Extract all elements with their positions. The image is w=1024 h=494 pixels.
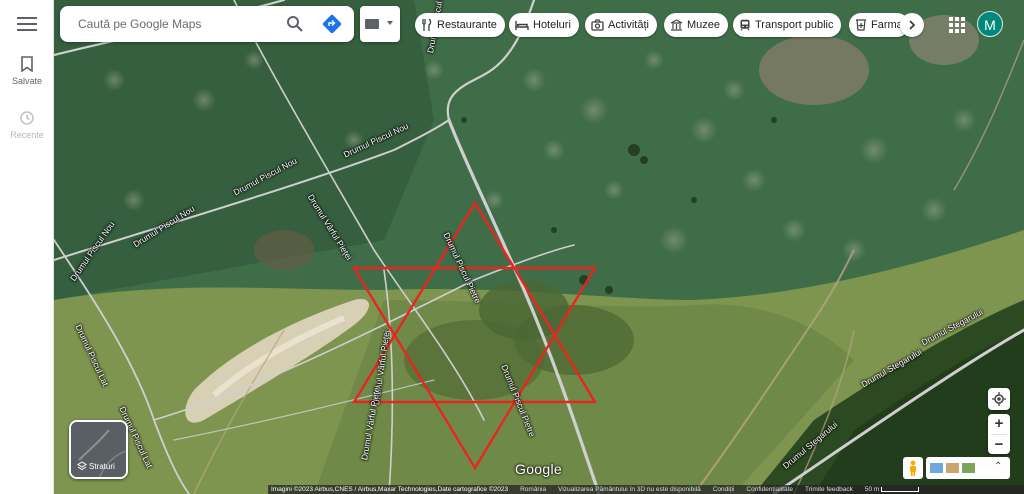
chip-label: Activități: [608, 19, 649, 31]
attribution-text: Imagini ©2023 Airbus,CNES / Airbus,Maxar…: [271, 486, 509, 493]
footer-link-privacy[interactable]: Confidențialitate: [746, 486, 793, 493]
input-tools-button[interactable]: [360, 6, 400, 42]
side-rail: Salvate Recente: [0, 0, 54, 494]
saved-label: Salvate: [11, 76, 43, 86]
expand-icon[interactable]: ⌃: [994, 461, 1002, 472]
keyboard-icon: [365, 19, 379, 29]
hotel-icon: [515, 21, 529, 30]
zoom-in-button[interactable]: +: [988, 414, 1010, 434]
footer-link-feedback[interactable]: Trimite feedback: [805, 486, 853, 493]
saved-button[interactable]: Salvate: [0, 56, 54, 86]
chevron-right-icon: [909, 20, 916, 30]
restaurant-icon: [422, 19, 432, 31]
pegman-icon: [910, 460, 916, 476]
chip-label: Hoteluri: [533, 19, 571, 31]
chip-transit[interactable]: Transport public: [733, 13, 842, 37]
menu-icon[interactable]: [17, 17, 37, 33]
map-footer: Imagini ©2023 Airbus,CNES / Airbus,Maxar…: [268, 485, 1024, 494]
directions-icon[interactable]: [322, 14, 342, 34]
location-icon: [992, 392, 1006, 406]
layers-button[interactable]: Straturi: [69, 420, 128, 479]
camera-icon: [591, 19, 604, 31]
imagery-thumbnails[interactable]: ⌃: [926, 457, 1010, 479]
thumbnail-terrain[interactable]: [946, 463, 959, 473]
museum-icon: [670, 19, 683, 31]
scale-bar[interactable]: 50 m: [865, 486, 921, 493]
chip-activities[interactable]: Activități: [585, 13, 657, 37]
apps-grid-icon[interactable]: [946, 14, 966, 34]
transit-icon: [740, 19, 750, 31]
thumbnail-transit[interactable]: [930, 463, 943, 473]
bookmark-icon: [21, 56, 33, 72]
google-logo: Google: [515, 461, 562, 477]
chip-label: Muzee: [687, 19, 721, 31]
chip-hotels[interactable]: Hoteluri: [509, 13, 579, 37]
footer-link-country[interactable]: România: [520, 486, 546, 493]
zoom-control: + −: [988, 414, 1010, 454]
map-canvas[interactable]: Drumul Piscul Mare Drumul Piscul Nou Dru…: [54, 0, 1024, 494]
street-view-pegman[interactable]: [903, 457, 923, 479]
recent-label: Recente: [10, 130, 44, 140]
chevron-down-icon: [387, 21, 393, 25]
thumbnail-satellite[interactable]: [962, 463, 975, 473]
search-box[interactable]: Caută pe Google Maps: [60, 6, 354, 42]
search-input[interactable]: Caută pe Google Maps: [78, 17, 201, 31]
layers-label: Straturi: [89, 461, 115, 471]
footer-link-terms[interactable]: Condiții: [713, 486, 735, 493]
layers-label-row: Straturi: [77, 461, 115, 471]
satellite-imagery: [54, 0, 1024, 494]
chips-next-button[interactable]: [900, 13, 924, 37]
chip-restaurants[interactable]: Restaurante: [415, 13, 505, 37]
recent-button[interactable]: Recente: [0, 110, 54, 140]
layers-icon: [77, 461, 87, 471]
history-icon: [20, 111, 34, 125]
chip-museums[interactable]: Muzee: [664, 13, 729, 37]
zoom-out-button[interactable]: −: [988, 435, 1010, 455]
footer-link-3d[interactable]: Vizualizarea Pământului în 3D nu este di…: [558, 486, 701, 493]
chip-label: Transport public: [755, 19, 834, 31]
account-avatar[interactable]: M: [977, 11, 1003, 37]
my-location-button[interactable]: [988, 388, 1010, 410]
pharmacy-icon: [856, 19, 866, 31]
chip-label: Restaurante: [437, 19, 497, 31]
search-icon[interactable]: [286, 15, 304, 33]
